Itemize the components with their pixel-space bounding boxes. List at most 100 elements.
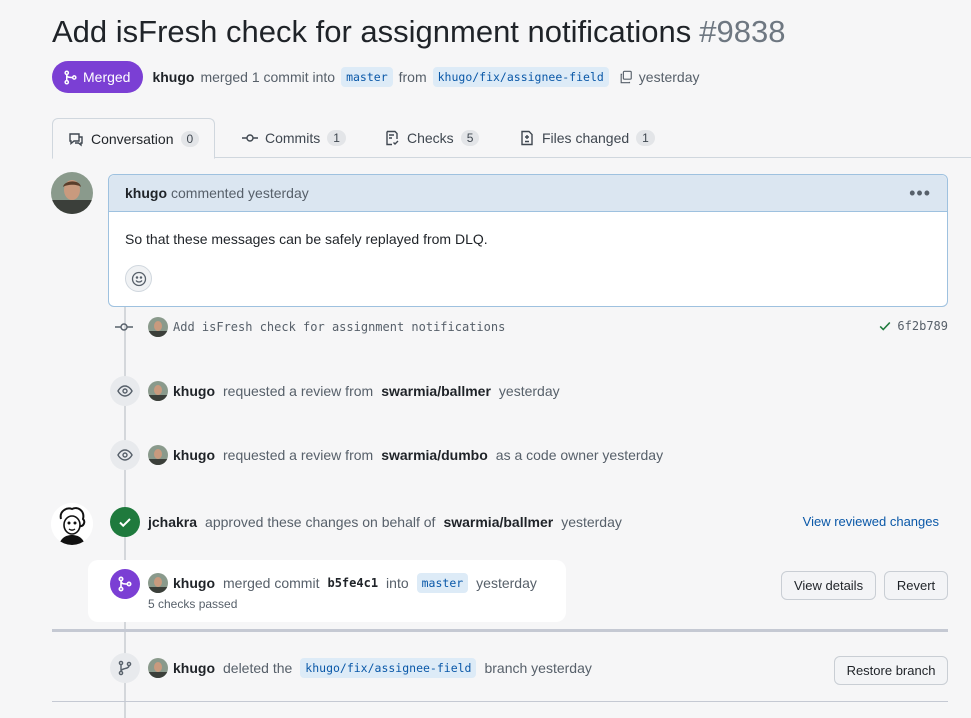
comment-author[interactable]: khugo xyxy=(125,185,167,201)
file-diff-icon xyxy=(521,130,533,146)
event-text: approved these changes on behalf of xyxy=(205,514,436,530)
tab-files-changed[interactable]: Files changed 1 xyxy=(519,118,655,158)
pr-title-text: Add isFresh check for assignment notific… xyxy=(52,14,692,49)
comment-box: khugo commented yesterday ••• So that th… xyxy=(108,174,948,307)
comment-action: commented yesterday xyxy=(171,185,309,201)
event-suffix: branch yesterday xyxy=(484,660,592,676)
tab-count: 1 xyxy=(327,130,346,146)
merge-event-line: khugo merged commit b5fe4c1 into master … xyxy=(148,573,537,593)
eye-icon xyxy=(117,449,133,461)
more-options-icon[interactable]: ••• xyxy=(909,183,931,204)
khugo-avatar-image xyxy=(51,172,93,214)
comment-icon xyxy=(69,132,83,146)
commit-icon xyxy=(115,323,133,331)
avatar[interactable] xyxy=(148,658,168,678)
event-team[interactable]: swarmia/ballmer xyxy=(443,514,553,530)
tab-label: Commits xyxy=(265,130,321,146)
base-branch[interactable]: master xyxy=(341,67,393,87)
avatar[interactable] xyxy=(51,503,93,545)
pr-author[interactable]: khugo xyxy=(152,69,194,85)
tab-conversation[interactable]: Conversation 0 xyxy=(52,118,216,159)
commit-row: Add isFresh check for assignment notific… xyxy=(115,316,948,338)
git-branch-icon xyxy=(118,660,132,676)
event-user[interactable]: khugo xyxy=(173,383,215,399)
event-text: requested a review from xyxy=(223,447,374,463)
merge-event: khugo merged commit b5fe4c1 into master … xyxy=(110,569,537,611)
view-details-button[interactable]: View details xyxy=(781,571,876,600)
commit-sha-group: 6f2b789 xyxy=(878,319,948,333)
smiley-icon xyxy=(131,271,146,286)
merge-icon xyxy=(118,576,132,592)
avatar[interactable] xyxy=(51,172,93,214)
event-user[interactable]: khugo xyxy=(173,660,215,676)
eye-icon-badge xyxy=(110,376,140,406)
tab-count: 1 xyxy=(636,130,655,146)
event-time: yesterday xyxy=(498,383,560,399)
event-team[interactable]: swarmia/dumbo xyxy=(381,447,488,463)
event-time: yesterday xyxy=(561,514,622,530)
event-suffix: as a code owner yesterday xyxy=(495,447,664,463)
merge-event-content: khugo merged commit b5fe4c1 into master … xyxy=(148,569,537,611)
avatar[interactable] xyxy=(148,573,168,593)
bottom-divider xyxy=(52,701,948,702)
branch-icon-badge xyxy=(110,653,140,683)
merged-badge: Merged xyxy=(52,61,144,93)
event-time: yesterday xyxy=(476,575,537,591)
comment-header: khugo commented yesterday ••• xyxy=(109,175,947,212)
copy-icon[interactable] xyxy=(619,70,633,84)
review-request-event: khugo requested a review from swarmia/du… xyxy=(110,440,663,470)
timeline-divider xyxy=(52,629,948,632)
commit-message[interactable]: Add isFresh check for assignment notific… xyxy=(173,320,505,334)
merge-icon-badge xyxy=(110,569,140,599)
pr-title: Add isFresh check for assignment notific… xyxy=(52,14,785,50)
approval-event: jchakra approved these changes on behalf… xyxy=(110,507,622,537)
commit-icon xyxy=(242,134,258,142)
checklist-icon xyxy=(386,130,399,146)
comment-body: So that these messages can be safely rep… xyxy=(125,231,488,247)
view-reviewed-changes-link[interactable]: View reviewed changes xyxy=(803,514,939,529)
from-text: from xyxy=(398,69,427,85)
merge-icon xyxy=(64,69,77,85)
pr-tabs: Conversation 0 Commits 1 Checks 5 Files … xyxy=(52,118,971,159)
branch-deleted-event: khugo deleted the khugo/fix/assignee-fie… xyxy=(110,653,592,683)
tab-commits[interactable]: Commits 1 xyxy=(242,118,346,158)
event-text: requested a review from xyxy=(223,383,374,399)
event-text: deleted the xyxy=(223,660,293,676)
merge-text: merged 1 commit into xyxy=(200,69,336,85)
avatar[interactable] xyxy=(148,445,168,465)
eye-icon-badge xyxy=(110,440,140,470)
approved-icon-badge xyxy=(110,507,140,537)
deleted-branch[interactable]: khugo/fix/assignee-field xyxy=(300,658,477,678)
check-icon xyxy=(119,518,131,528)
pr-time: yesterday xyxy=(638,69,700,85)
avatar[interactable] xyxy=(148,317,168,337)
tab-count: 5 xyxy=(460,130,480,146)
event-user[interactable]: jchakra xyxy=(148,514,197,530)
event-text: merged commit xyxy=(223,575,320,591)
event-user[interactable]: khugo xyxy=(173,447,215,463)
tab-label: Conversation xyxy=(91,130,174,147)
checks-passed[interactable]: 5 checks passed xyxy=(148,597,537,611)
merged-badge-label: Merged xyxy=(83,69,131,85)
head-branch[interactable]: khugo/fix/assignee-field xyxy=(432,67,609,87)
event-user[interactable]: khugo xyxy=(173,575,215,591)
eye-icon xyxy=(117,385,133,397)
tab-label: Files changed xyxy=(542,130,630,146)
review-request-event: khugo requested a review from swarmia/ba… xyxy=(110,376,560,406)
pr-meta: Merged khugo merged 1 commit into master… xyxy=(52,61,700,93)
check-icon xyxy=(880,321,891,331)
event-team[interactable]: swarmia/ballmer xyxy=(381,383,491,399)
merge-commit-sha[interactable]: b5fe4c1 xyxy=(327,576,378,590)
merge-target-branch[interactable]: master xyxy=(416,573,469,593)
tab-count: 0 xyxy=(180,130,200,147)
avatar[interactable] xyxy=(148,381,168,401)
event-into: into xyxy=(386,575,409,591)
revert-button[interactable]: Revert xyxy=(884,571,948,600)
tab-checks[interactable]: Checks 5 xyxy=(384,118,480,158)
tab-label: Checks xyxy=(407,130,454,146)
commit-sha[interactable]: 6f2b789 xyxy=(897,319,948,333)
add-reaction-button[interactable] xyxy=(125,265,152,292)
pr-number: #9838 xyxy=(699,14,786,49)
jchakra-avatar-image xyxy=(51,503,93,545)
restore-branch-button[interactable]: Restore branch xyxy=(834,656,948,685)
